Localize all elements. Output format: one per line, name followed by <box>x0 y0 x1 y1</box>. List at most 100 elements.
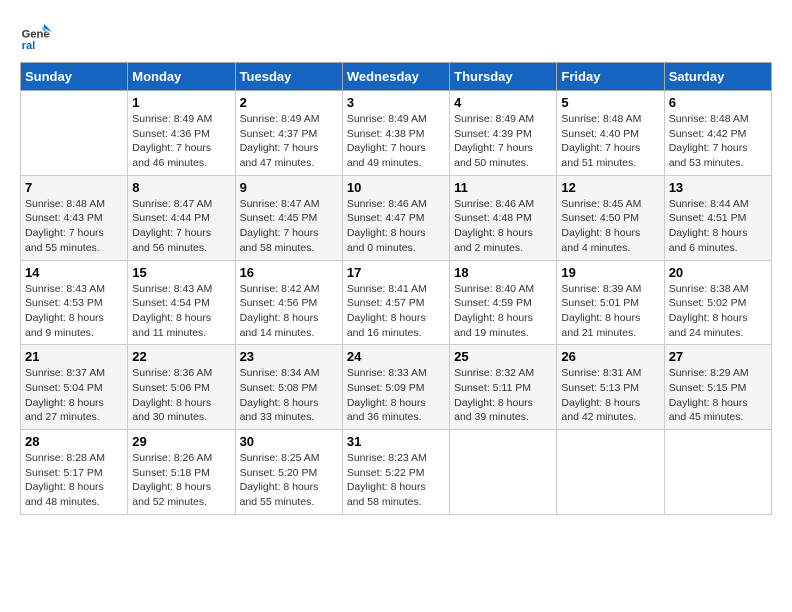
day-number: 13 <box>669 180 767 195</box>
day-info: Sunrise: 8:39 AM Sunset: 5:01 PM Dayligh… <box>561 282 659 341</box>
day-number: 29 <box>132 434 230 449</box>
day-number: 23 <box>240 349 338 364</box>
calendar-cell: 26 Sunrise: 8:31 AM Sunset: 5:13 PM Dayli… <box>557 345 664 430</box>
day-info: Sunrise: 8:25 AM Sunset: 5:20 PM Dayligh… <box>240 451 338 510</box>
day-number: 2 <box>240 95 338 110</box>
calendar-cell: 27 Sunrise: 8:29 AM Sunset: 5:15 PM Dayli… <box>664 345 771 430</box>
day-number: 9 <box>240 180 338 195</box>
calendar-cell: 25 Sunrise: 8:32 AM Sunset: 5:11 PM Dayli… <box>450 345 557 430</box>
day-info: Sunrise: 8:49 AM Sunset: 4:37 PM Dayligh… <box>240 112 338 171</box>
day-info: Sunrise: 8:43 AM Sunset: 4:53 PM Dayligh… <box>25 282 123 341</box>
day-number: 31 <box>347 434 445 449</box>
week-row-4: 21Sunrise: 8:37 AM Sunset: 5:04 PM Dayli… <box>21 345 772 430</box>
day-header-thursday: Thursday <box>450 63 557 91</box>
week-row-1: 1Sunrise: 8:49 AM Sunset: 4:36 PM Daylig… <box>21 91 772 176</box>
day-info: Sunrise: 8:37 AM Sunset: 5:04 PM Dayligh… <box>25 366 123 425</box>
calendar-cell: 7Sunrise: 8:48 AM Sunset: 4:43 PM Daylig… <box>21 175 128 260</box>
day-info: Sunrise: 8:33 AM Sunset: 5:09 PM Dayligh… <box>347 366 445 425</box>
day-number: 4 <box>454 95 552 110</box>
day-info: Sunrise: 8:49 AM Sunset: 4:38 PM Dayligh… <box>347 112 445 171</box>
calendar-cell <box>557 430 664 515</box>
day-info: Sunrise: 8:34 AM Sunset: 5:08 PM Dayligh… <box>240 366 338 425</box>
day-header-friday: Friday <box>557 63 664 91</box>
day-number: 6 <box>669 95 767 110</box>
week-row-5: 28 Sunrise: 8:28 AM Sunset: 5:17 PM Dayli… <box>21 430 772 515</box>
calendar-cell: 18Sunrise: 8:40 AM Sunset: 4:59 PM Dayli… <box>450 260 557 345</box>
day-header-saturday: Saturday <box>664 63 771 91</box>
day-number: 12 <box>561 180 659 195</box>
calendar-cell: 20 Sunrise: 8:38 AM Sunset: 5:02 PM Dayli… <box>664 260 771 345</box>
calendar-cell: 12 Sunrise: 8:45 AM Sunset: 4:50 PM Dayli… <box>557 175 664 260</box>
day-number: 24 <box>347 349 445 364</box>
day-info: Sunrise: 8:28 AM Sunset: 5:17 PM Dayligh… <box>25 451 123 510</box>
day-info: Sunrise: 8:44 AM Sunset: 4:51 PM Dayligh… <box>669 197 767 256</box>
day-number: 25 <box>454 349 552 364</box>
calendar-cell: 3Sunrise: 8:49 AM Sunset: 4:38 PM Daylig… <box>342 91 449 176</box>
calendar-cell: 5 Sunrise: 8:48 AM Sunset: 4:40 PM Daylig… <box>557 91 664 176</box>
calendar-cell: 14 Sunrise: 8:43 AM Sunset: 4:53 PM Dayli… <box>21 260 128 345</box>
day-info: Sunrise: 8:31 AM Sunset: 5:13 PM Dayligh… <box>561 366 659 425</box>
day-number: 11 <box>454 180 552 195</box>
day-number: 20 <box>669 265 767 280</box>
day-number: 5 <box>561 95 659 110</box>
day-info: Sunrise: 8:23 AM Sunset: 5:22 PM Dayligh… <box>347 451 445 510</box>
calendar-cell: 2 Sunrise: 8:49 AM Sunset: 4:37 PM Daylig… <box>235 91 342 176</box>
day-info: Sunrise: 8:43 AM Sunset: 4:54 PM Dayligh… <box>132 282 230 341</box>
day-number: 28 <box>25 434 123 449</box>
header: Gene ral <box>20 20 772 52</box>
calendar-cell: 28 Sunrise: 8:28 AM Sunset: 5:17 PM Dayli… <box>21 430 128 515</box>
day-number: 27 <box>669 349 767 364</box>
calendar-cell: 21Sunrise: 8:37 AM Sunset: 5:04 PM Dayli… <box>21 345 128 430</box>
calendar-table: SundayMondayTuesdayWednesdayThursdayFrid… <box>20 62 772 515</box>
day-info: Sunrise: 8:45 AM Sunset: 4:50 PM Dayligh… <box>561 197 659 256</box>
day-info: Sunrise: 8:32 AM Sunset: 5:11 PM Dayligh… <box>454 366 552 425</box>
calendar-cell: 9 Sunrise: 8:47 AM Sunset: 4:45 PM Daylig… <box>235 175 342 260</box>
day-info: Sunrise: 8:26 AM Sunset: 5:18 PM Dayligh… <box>132 451 230 510</box>
calendar-cell: 23 Sunrise: 8:34 AM Sunset: 5:08 PM Dayli… <box>235 345 342 430</box>
day-info: Sunrise: 8:42 AM Sunset: 4:56 PM Dayligh… <box>240 282 338 341</box>
calendar-cell: 8 Sunrise: 8:47 AM Sunset: 4:44 PM Daylig… <box>128 175 235 260</box>
svg-text:ral: ral <box>22 40 36 52</box>
day-number: 19 <box>561 265 659 280</box>
day-info: Sunrise: 8:47 AM Sunset: 4:45 PM Dayligh… <box>240 197 338 256</box>
day-info: Sunrise: 8:49 AM Sunset: 4:39 PM Dayligh… <box>454 112 552 171</box>
day-info: Sunrise: 8:46 AM Sunset: 4:47 PM Dayligh… <box>347 197 445 256</box>
week-row-2: 7Sunrise: 8:48 AM Sunset: 4:43 PM Daylig… <box>21 175 772 260</box>
day-number: 16 <box>240 265 338 280</box>
day-number: 30 <box>240 434 338 449</box>
calendar-cell: 22 Sunrise: 8:36 AM Sunset: 5:06 PM Dayli… <box>128 345 235 430</box>
day-number: 1 <box>132 95 230 110</box>
day-header-tuesday: Tuesday <box>235 63 342 91</box>
calendar-header-row: SundayMondayTuesdayWednesdayThursdayFrid… <box>21 63 772 91</box>
calendar-cell: 29 Sunrise: 8:26 AM Sunset: 5:18 PM Dayli… <box>128 430 235 515</box>
calendar-cell: 31 Sunrise: 8:23 AM Sunset: 5:22 PM Dayli… <box>342 430 449 515</box>
calendar-cell: 15 Sunrise: 8:43 AM Sunset: 4:54 PM Dayli… <box>128 260 235 345</box>
day-number: 26 <box>561 349 659 364</box>
calendar-cell <box>21 91 128 176</box>
day-number: 18 <box>454 265 552 280</box>
calendar-cell: 10 Sunrise: 8:46 AM Sunset: 4:47 PM Dayli… <box>342 175 449 260</box>
day-info: Sunrise: 8:41 AM Sunset: 4:57 PM Dayligh… <box>347 282 445 341</box>
day-info: Sunrise: 8:48 AM Sunset: 4:40 PM Dayligh… <box>561 112 659 171</box>
day-info: Sunrise: 8:38 AM Sunset: 5:02 PM Dayligh… <box>669 282 767 341</box>
calendar-cell: 17Sunrise: 8:41 AM Sunset: 4:57 PM Dayli… <box>342 260 449 345</box>
calendar-cell: 11Sunrise: 8:46 AM Sunset: 4:48 PM Dayli… <box>450 175 557 260</box>
calendar-cell: 24 Sunrise: 8:33 AM Sunset: 5:09 PM Dayli… <box>342 345 449 430</box>
day-info: Sunrise: 8:48 AM Sunset: 4:42 PM Dayligh… <box>669 112 767 171</box>
calendar-cell: 1Sunrise: 8:49 AM Sunset: 4:36 PM Daylig… <box>128 91 235 176</box>
calendar-cell: 16 Sunrise: 8:42 AM Sunset: 4:56 PM Dayli… <box>235 260 342 345</box>
day-info: Sunrise: 8:47 AM Sunset: 4:44 PM Dayligh… <box>132 197 230 256</box>
calendar-cell: 6 Sunrise: 8:48 AM Sunset: 4:42 PM Daylig… <box>664 91 771 176</box>
day-number: 22 <box>132 349 230 364</box>
day-info: Sunrise: 8:36 AM Sunset: 5:06 PM Dayligh… <box>132 366 230 425</box>
day-number: 15 <box>132 265 230 280</box>
logo: Gene ral <box>20 20 56 52</box>
day-info: Sunrise: 8:29 AM Sunset: 5:15 PM Dayligh… <box>669 366 767 425</box>
day-number: 7 <box>25 180 123 195</box>
day-number: 14 <box>25 265 123 280</box>
day-header-sunday: Sunday <box>21 63 128 91</box>
day-number: 10 <box>347 180 445 195</box>
calendar-cell <box>450 430 557 515</box>
week-row-3: 14 Sunrise: 8:43 AM Sunset: 4:53 PM Dayli… <box>21 260 772 345</box>
day-number: 8 <box>132 180 230 195</box>
